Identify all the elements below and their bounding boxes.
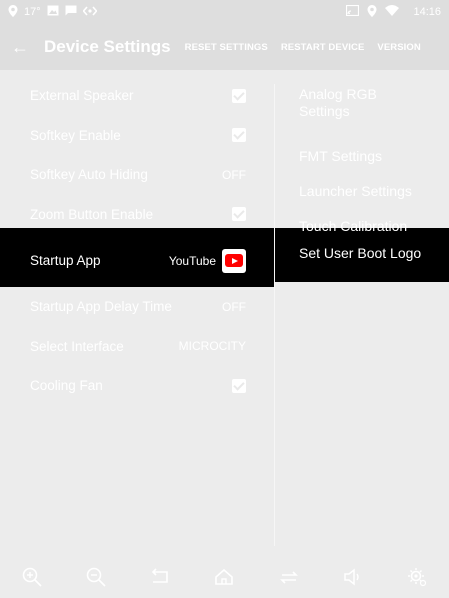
setting-value: OFF [222,167,246,182]
zoom-out-icon[interactable] [81,566,111,598]
checkbox[interactable] [232,378,246,393]
back-arrow-icon[interactable]: ← [0,24,40,70]
home-icon[interactable] [209,566,239,598]
reset-settings-button[interactable]: RESET SETTINGS [185,42,268,53]
app-bar: ← Device Settings RESET SETTINGS RESTART… [0,24,449,70]
setting-cooling-fan[interactable]: Cooling Fan [0,366,274,406]
checkbox[interactable] [232,88,246,103]
setting-analog-rgb[interactable]: Analog RGB Settings [275,76,415,140]
setting-label: Select Interface [30,338,124,354]
checkbox[interactable] [232,128,246,143]
bottom-nav-bar [0,566,449,598]
page-title: Device Settings [44,37,171,56]
volume-icon[interactable] [338,566,368,598]
message-icon [65,5,77,19]
zoom-in-icon[interactable] [17,566,47,598]
status-bar-left: 17° [8,4,98,20]
back-icon[interactable] [145,566,175,598]
restart-device-button[interactable]: RESTART DEVICE [281,42,365,53]
startup-app-value: YouTube [168,248,246,273]
app-bar-actions: RESET SETTINGS RESTART DEVICE VERSION [185,42,421,53]
setting-label: Analog RGB Settings [299,86,377,119]
cast-icon [346,4,360,19]
setting-startup-app[interactable]: Startup App YouTube [0,234,274,287]
setting-label: Startup App Delay Time [30,299,172,315]
wifi-icon [385,5,400,19]
setting-label: Softkey Auto Hiding [30,167,148,183]
setting-value: YouTube [168,253,216,268]
settings-list-right: Analog RGB Settings FMT Settings Launche… [275,76,449,282]
setting-softkey-enable[interactable]: Softkey Enable [0,116,274,156]
setting-user-boot-logo[interactable]: Set User Boot Logo [275,242,449,282]
setting-launcher[interactable]: Launcher Settings [275,172,449,210]
setting-label: FMT Settings [299,148,382,164]
setting-external-speaker[interactable]: External Speaker [0,76,274,116]
setting-touch-calibration[interactable]: Touch Calibration [275,210,449,242]
checkbox[interactable] [232,207,246,222]
setting-label: External Speaker [30,88,134,104]
settings-icon[interactable] [402,566,432,598]
setting-fmt[interactable]: FMT Settings [275,140,449,172]
status-bar: 17° 14:16 [0,0,449,24]
version-button[interactable]: VERSION [377,42,420,53]
temperature-text: 17° [24,6,41,18]
code-icon [82,5,98,19]
setting-softkey-auto-hiding[interactable]: Softkey Auto Hiding OFF [0,155,274,195]
status-bar-right: 14:16 [346,4,441,20]
setting-zoom-button-enable[interactable]: Zoom Button Enable [0,195,274,235]
setting-startup-app-delay-time[interactable]: Startup App Delay Time OFF [0,287,274,327]
setting-label: Startup App [30,253,101,268]
clock: 14:16 [413,6,441,18]
setting-value: MICROCITY [178,339,246,354]
setting-label: Softkey Enable [30,127,121,143]
setting-label: Launcher Settings [299,183,412,199]
setting-select-interface[interactable]: Select Interface MICROCITY [0,327,274,367]
setting-label: Cooling Fan [30,378,103,394]
setting-label: Set User Boot Logo [299,245,422,261]
setting-value: OFF [222,299,246,314]
image-icon [47,5,59,19]
settings-list-left: External Speaker Softkey Enable Softkey … [0,76,274,406]
recent-apps-icon[interactable] [274,566,304,598]
setting-label: Zoom Button Enable [30,206,154,222]
location-icon [8,4,18,20]
youtube-icon [222,248,246,273]
location-icon [367,4,377,20]
setting-label: Touch Calibration [299,218,408,234]
